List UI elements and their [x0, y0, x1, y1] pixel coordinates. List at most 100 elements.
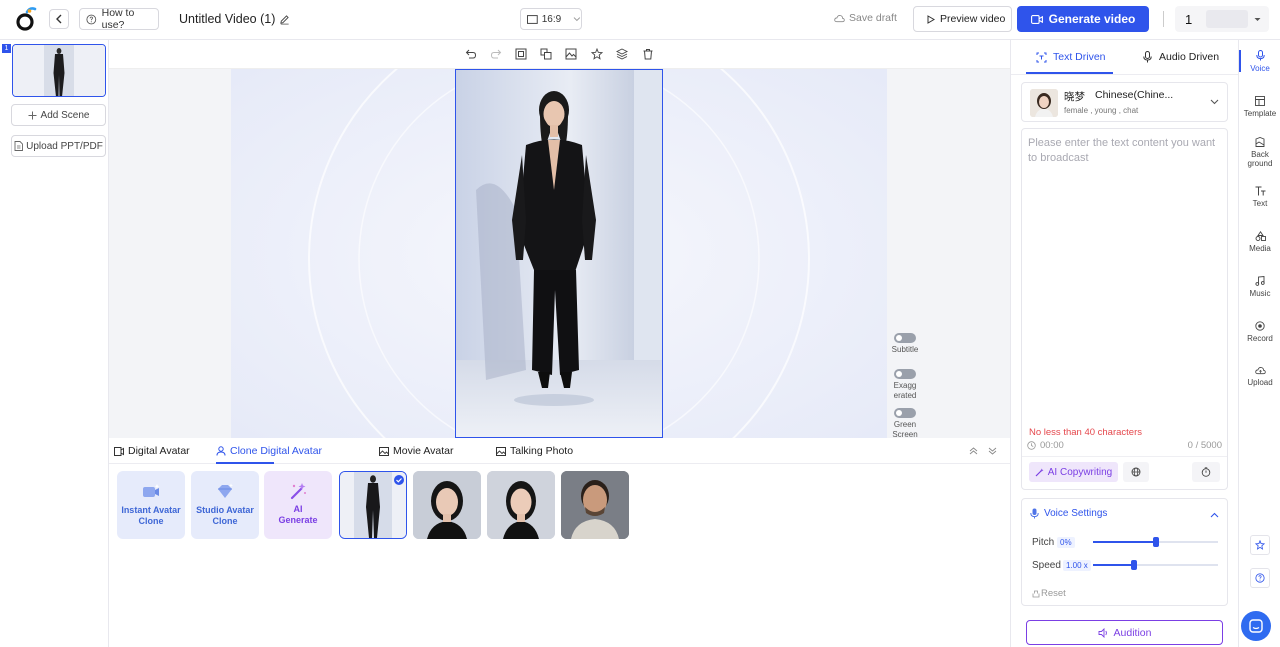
studio-card-line1: Studio Avatar — [196, 505, 254, 515]
tab-text-driven[interactable]: Text Driven — [1036, 51, 1106, 63]
ai-generate-card[interactable]: AI Generate — [264, 471, 332, 539]
instant-avatar-clone-card[interactable]: Instant Avatar Clone — [117, 471, 185, 539]
reset-icon — [1032, 590, 1040, 597]
cloud-icon — [834, 14, 845, 22]
chevron-down-icon — [1210, 99, 1219, 105]
video-title-group[interactable]: Untitled Video (1) — [179, 11, 290, 27]
green-screen-label-line1: Green — [893, 420, 917, 429]
app-logo[interactable] — [15, 6, 37, 32]
nav-voice[interactable]: Voice — [1239, 50, 1280, 73]
tab-digital-avatar[interactable]: Digital Avatar — [114, 445, 190, 457]
nav-media-label: Media — [1249, 244, 1271, 253]
nav-text[interactable]: Text — [1239, 186, 1280, 208]
ai-copywriting-label: AI Copywriting — [1047, 466, 1113, 478]
preview-video-button[interactable]: Preview video — [913, 6, 1012, 32]
speed-slider-thumb[interactable] — [1131, 560, 1138, 570]
avatar-card-selected[interactable] — [339, 471, 407, 539]
nav-music-label: Music — [1249, 289, 1271, 298]
microphone-icon — [1255, 50, 1265, 61]
avatar-card-4[interactable] — [561, 471, 629, 539]
nav-template[interactable]: Template — [1239, 96, 1280, 118]
how-to-use-label: How to use? — [101, 7, 135, 31]
exaggerated-label-line2: erated — [893, 391, 917, 400]
account-dropdown[interactable]: 1 — [1175, 6, 1269, 32]
nav-media[interactable]: Media — [1239, 231, 1280, 253]
subtitle-toggle[interactable] — [894, 333, 916, 343]
back-button[interactable] — [49, 9, 69, 29]
reset-button[interactable]: Reset — [1032, 588, 1066, 599]
favorites-button[interactable] — [1250, 535, 1270, 555]
shapes-icon — [1255, 231, 1266, 241]
tab-talking-photo[interactable]: Talking Photo — [496, 445, 573, 457]
globe-icon — [1131, 467, 1141, 477]
trash-icon[interactable] — [642, 48, 654, 60]
exaggerated-toggle-group[interactable]: Exagg erated — [890, 369, 920, 400]
nav-record[interactable]: Record — [1239, 321, 1280, 343]
magic-effect-icon[interactable] — [591, 48, 603, 60]
layers-icon[interactable] — [616, 48, 628, 60]
tab-clone-digital-avatar[interactable]: Clone Digital Avatar — [216, 445, 322, 457]
nav-music[interactable]: Music — [1239, 276, 1280, 298]
chevron-down-icon — [573, 17, 581, 22]
replace-image-icon[interactable] — [565, 48, 577, 60]
voice-selector[interactable]: 晓梦 Chinese(Chine... female , young , cha… — [1021, 82, 1228, 122]
scene-avatar-image — [13, 45, 105, 96]
background-icon — [1255, 137, 1265, 147]
speed-slider[interactable] — [1093, 560, 1218, 570]
collapse-down-icon[interactable] — [988, 447, 997, 455]
audition-button[interactable]: Audition — [1026, 620, 1223, 645]
video-title[interactable]: Untitled Video (1) — [179, 12, 275, 26]
speed-slider-fill — [1093, 564, 1135, 566]
avatar-on-canvas[interactable] — [455, 69, 663, 438]
nav-upload[interactable]: Upload — [1239, 366, 1280, 387]
tab-audio-driven[interactable]: Audio Driven — [1143, 51, 1219, 63]
exaggerated-toggle[interactable] — [894, 369, 916, 379]
avatar-card-3[interactable] — [487, 471, 555, 539]
green-screen-toggle[interactable] — [894, 408, 916, 418]
voice-settings-label: Voice Settings — [1044, 508, 1108, 519]
script-text-area[interactable]: Please enter the text content you want t… — [1021, 128, 1228, 490]
magic-wand-icon — [1035, 468, 1044, 476]
translate-button[interactable] — [1123, 462, 1149, 482]
aspect-ratio-select[interactable]: 16:9 — [520, 8, 582, 30]
duration-value: 00:00 — [1040, 440, 1064, 451]
voice-settings-header[interactable]: Voice Settings — [1030, 508, 1107, 519]
camera-sparkle-icon — [143, 484, 160, 497]
save-draft-button[interactable]: Save draft — [834, 12, 897, 24]
help-button[interactable] — [1250, 568, 1270, 588]
edit-pencil-icon[interactable] — [279, 14, 290, 25]
avatar-card-2[interactable] — [413, 471, 481, 539]
crop-fit-icon[interactable] — [515, 48, 527, 60]
plus-icon — [28, 111, 37, 119]
speed-value[interactable]: 1.00 x — [1063, 560, 1091, 571]
redo-icon[interactable] — [490, 48, 502, 60]
exaggerated-label-line1: Exagg — [893, 381, 917, 390]
document-icon — [14, 141, 24, 151]
upload-ppt-button[interactable]: Upload PPT/PDF — [11, 135, 106, 157]
timer-button[interactable] — [1192, 462, 1220, 482]
nav-background-label-line1: Back — [1251, 150, 1269, 159]
chevron-up-icon[interactable] — [1210, 512, 1219, 518]
undo-icon[interactable] — [465, 48, 477, 60]
pitch-slider-thumb[interactable] — [1152, 537, 1159, 547]
script-placeholder[interactable]: Please enter the text content you want t… — [1028, 136, 1224, 166]
subtitle-toggle-group[interactable]: Subtitle — [890, 333, 920, 354]
ai-copywriting-button[interactable]: AI Copywriting — [1029, 462, 1118, 482]
chat-support-button[interactable] — [1241, 611, 1271, 641]
magic-wand-icon — [290, 483, 306, 500]
how-to-use-button[interactable]: How to use? — [79, 7, 159, 31]
collapse-up-icon[interactable] — [969, 447, 978, 455]
nav-background[interactable]: Back ground — [1239, 137, 1280, 168]
add-scene-button[interactable]: Add Scene — [11, 104, 106, 126]
play-icon — [927, 14, 935, 24]
layer-order-icon[interactable] — [540, 48, 552, 60]
tab-movie-avatar[interactable]: Movie Avatar — [379, 445, 454, 457]
divider — [1022, 456, 1227, 457]
pitch-value[interactable]: 0% — [1057, 537, 1075, 548]
scene-thumbnail[interactable] — [12, 44, 106, 97]
divider — [1011, 74, 1239, 75]
pitch-slider[interactable] — [1093, 537, 1218, 547]
green-screen-toggle-group[interactable]: Green Screen — [890, 408, 920, 439]
generate-video-button[interactable]: Generate video — [1017, 6, 1149, 32]
studio-avatar-clone-card[interactable]: Studio Avatar Clone — [191, 471, 259, 539]
